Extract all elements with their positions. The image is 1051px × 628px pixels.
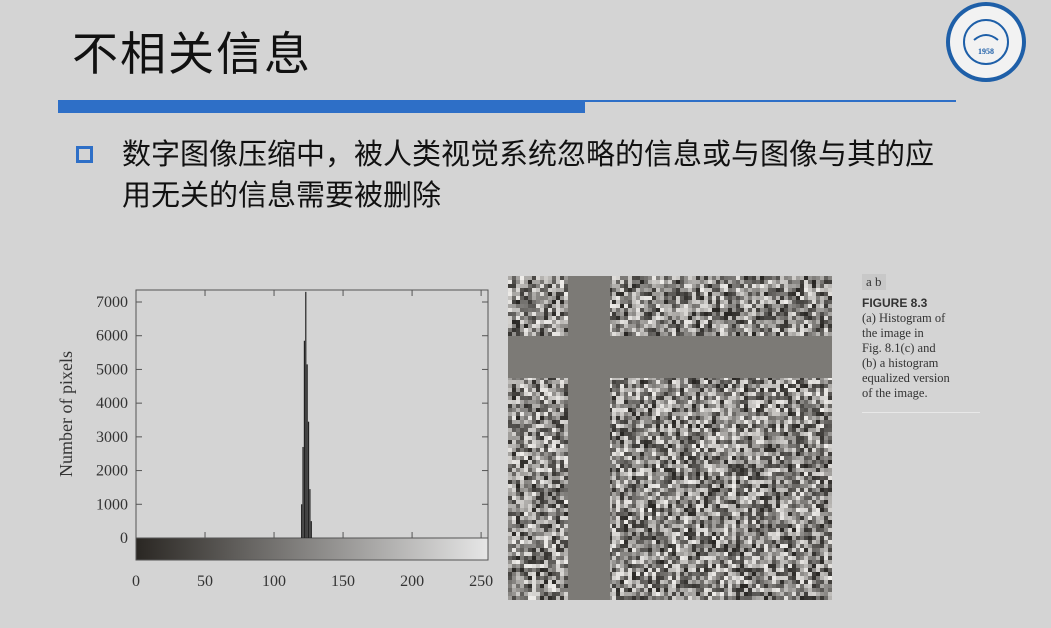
page-title: 不相关信息	[72, 27, 312, 81]
x-tick-label: 150	[331, 573, 355, 590]
x-tick-label: 50	[197, 573, 213, 590]
horizontal-uniform-band	[508, 336, 832, 378]
y-tick-label: 3000	[96, 429, 128, 446]
figure-label: FIGURE 8.3	[862, 296, 928, 310]
vertical-uniform-band	[568, 276, 610, 600]
title-rule-accent	[58, 100, 585, 113]
y-tick-label: 7000	[96, 294, 128, 311]
figure-caption-rule	[862, 412, 980, 413]
y-tick-label: 1000	[96, 496, 128, 513]
y-tick-label: 4000	[96, 395, 128, 412]
y-tick-label: 2000	[96, 463, 128, 480]
x-tick-label: 200	[400, 573, 424, 590]
x-tick-label: 250	[469, 573, 493, 590]
university-logo: 1958	[946, 2, 1026, 82]
equalized-image	[508, 276, 832, 600]
y-tick-label: 0	[120, 530, 128, 547]
bullet-text: 数字图像压缩中，被人类视觉系统忽略的信息或与图像与其的应用无关的信息需要被删除	[122, 137, 935, 212]
y-tick-label: 6000	[96, 328, 128, 345]
plot-frame	[135, 289, 489, 539]
grayscale-colorbar	[135, 537, 489, 561]
figure-caption: (a) Histogram of the image in Fig. 8.1(c…	[862, 311, 950, 400]
logo-year: 1958	[978, 47, 994, 56]
x-tick-label: 0	[132, 573, 140, 590]
figure-panel-labels: a b	[862, 274, 886, 290]
y-tick-label: 5000	[96, 361, 128, 378]
histogram-chart: 0 1000 2000 3000 4000 5000 6000 7000 0 50 100 150 20…	[56, 289, 493, 590]
x-tick-label: 100	[262, 573, 286, 590]
bullet-square-icon	[76, 146, 93, 163]
y-axis-label: Number of pixels	[56, 351, 76, 477]
